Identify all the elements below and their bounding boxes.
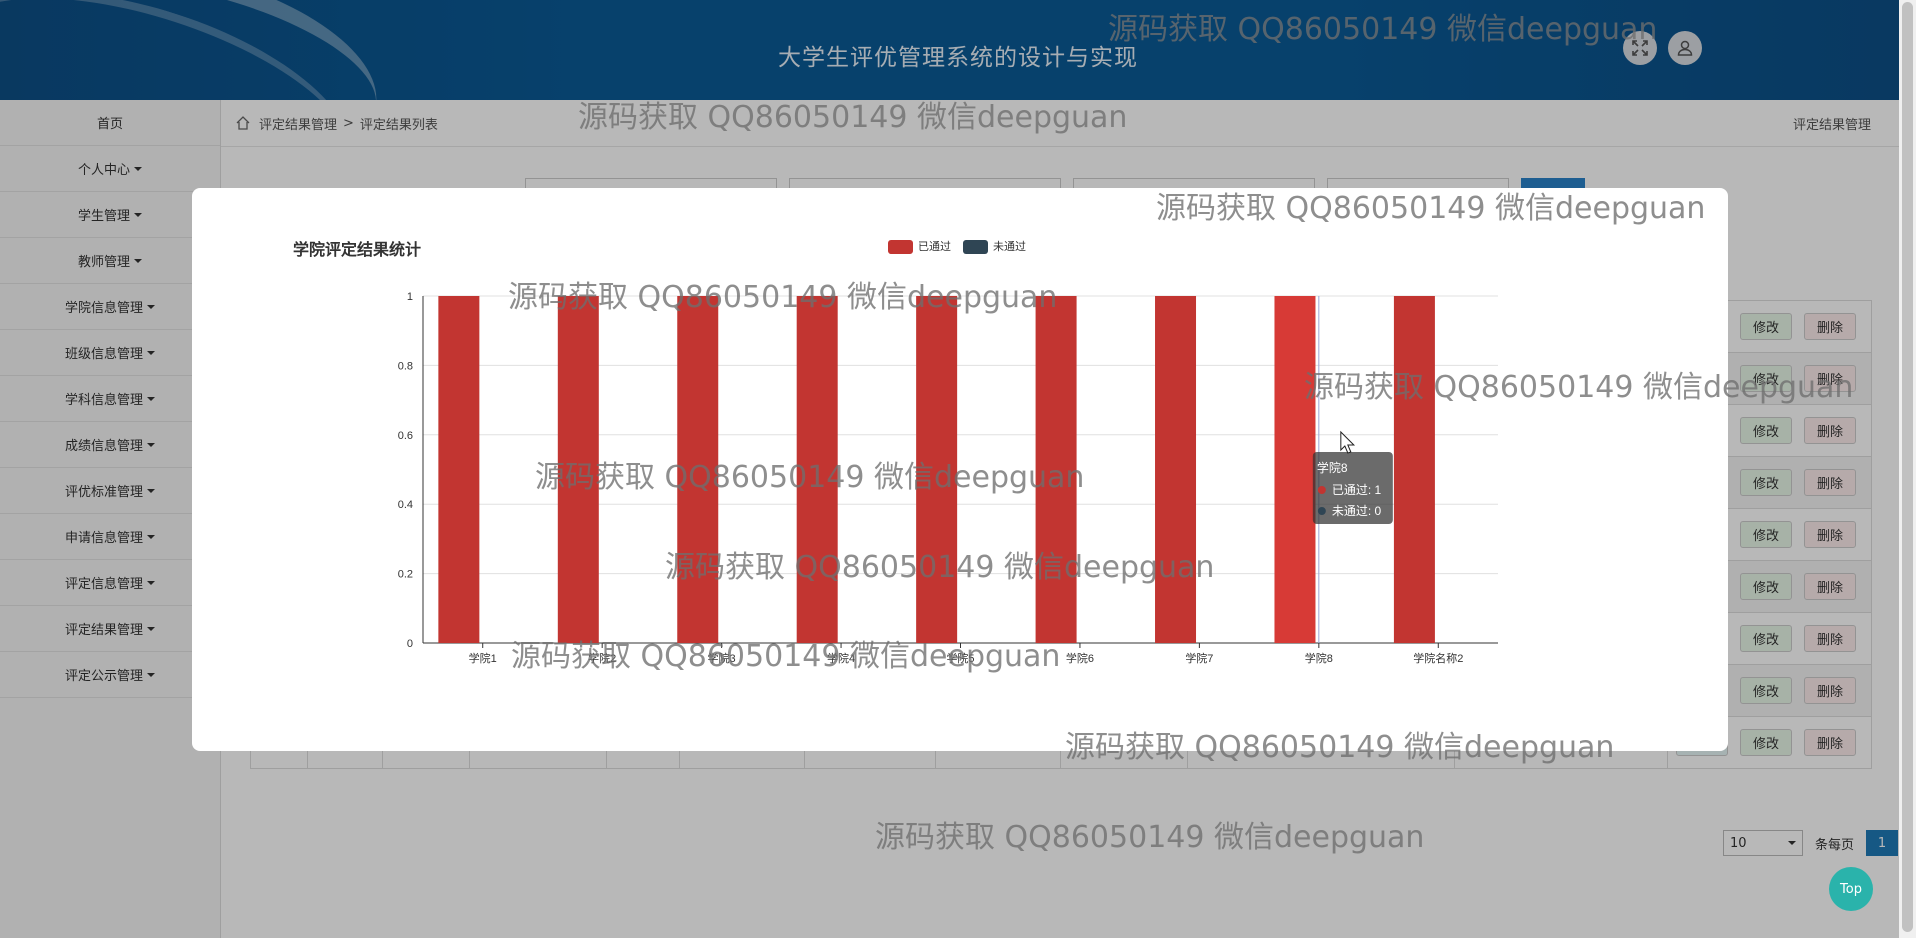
y-tick-label: 1 — [407, 291, 413, 303]
back-to-top-button[interactable]: Top — [1829, 867, 1873, 911]
scrollbar[interactable] — [1899, 0, 1916, 938]
scrollbar-thumb[interactable] — [1902, 2, 1913, 932]
tooltip-line-failed: 未通过: 0 — [1332, 504, 1382, 518]
watermark-text: 源码获取 QQ86050149 微信deepguan — [535, 460, 1085, 495]
y-tick-label: 0 — [407, 638, 413, 650]
watermark-text: 源码获取 QQ86050149 微信deepguan — [1304, 370, 1854, 405]
x-tick-label: 学院6 — [1066, 651, 1094, 665]
bar-passed[interactable] — [438, 296, 480, 643]
x-tick-label: 学院1 — [469, 651, 497, 665]
watermark-text: 源码获取 QQ86050149 微信deepguan — [665, 550, 1215, 585]
y-tick-label: 0.6 — [398, 430, 413, 442]
watermark-text: 源码获取 QQ86050149 微信deepguan — [511, 639, 1061, 674]
watermark-text: 源码获取 QQ86050149 微信deepguan — [1108, 12, 1658, 47]
watermark-text: 源码获取 QQ86050149 微信deepguan — [1065, 730, 1615, 765]
watermark-text: 源码获取 QQ86050149 微信deepguan — [578, 100, 1128, 135]
x-tick-label: 学院名称2 — [1413, 651, 1463, 665]
bar-passed[interactable] — [1393, 296, 1435, 643]
bar-passed[interactable] — [1274, 296, 1316, 643]
tooltip-title: 学院8 — [1317, 460, 1348, 475]
tooltip-dot-failed — [1317, 507, 1326, 515]
x-tick-label: 学院7 — [1185, 651, 1213, 665]
watermark-text: 源码获取 QQ86050149 微信deepguan — [875, 820, 1425, 855]
y-tick-label: 0.8 — [398, 360, 413, 372]
x-tick-label: 学院8 — [1305, 651, 1333, 665]
watermark-text: 源码获取 QQ86050149 微信deepguan — [1156, 191, 1706, 226]
bar-passed[interactable] — [1155, 296, 1197, 643]
y-tick-label: 0.2 — [398, 569, 413, 581]
watermark-text: 源码获取 QQ86050149 微信deepguan — [508, 280, 1058, 315]
tooltip-line-passed: 已通过: 1 — [1332, 483, 1382, 497]
tooltip-dot-passed — [1317, 486, 1326, 494]
y-tick-label: 0.4 — [398, 499, 413, 511]
